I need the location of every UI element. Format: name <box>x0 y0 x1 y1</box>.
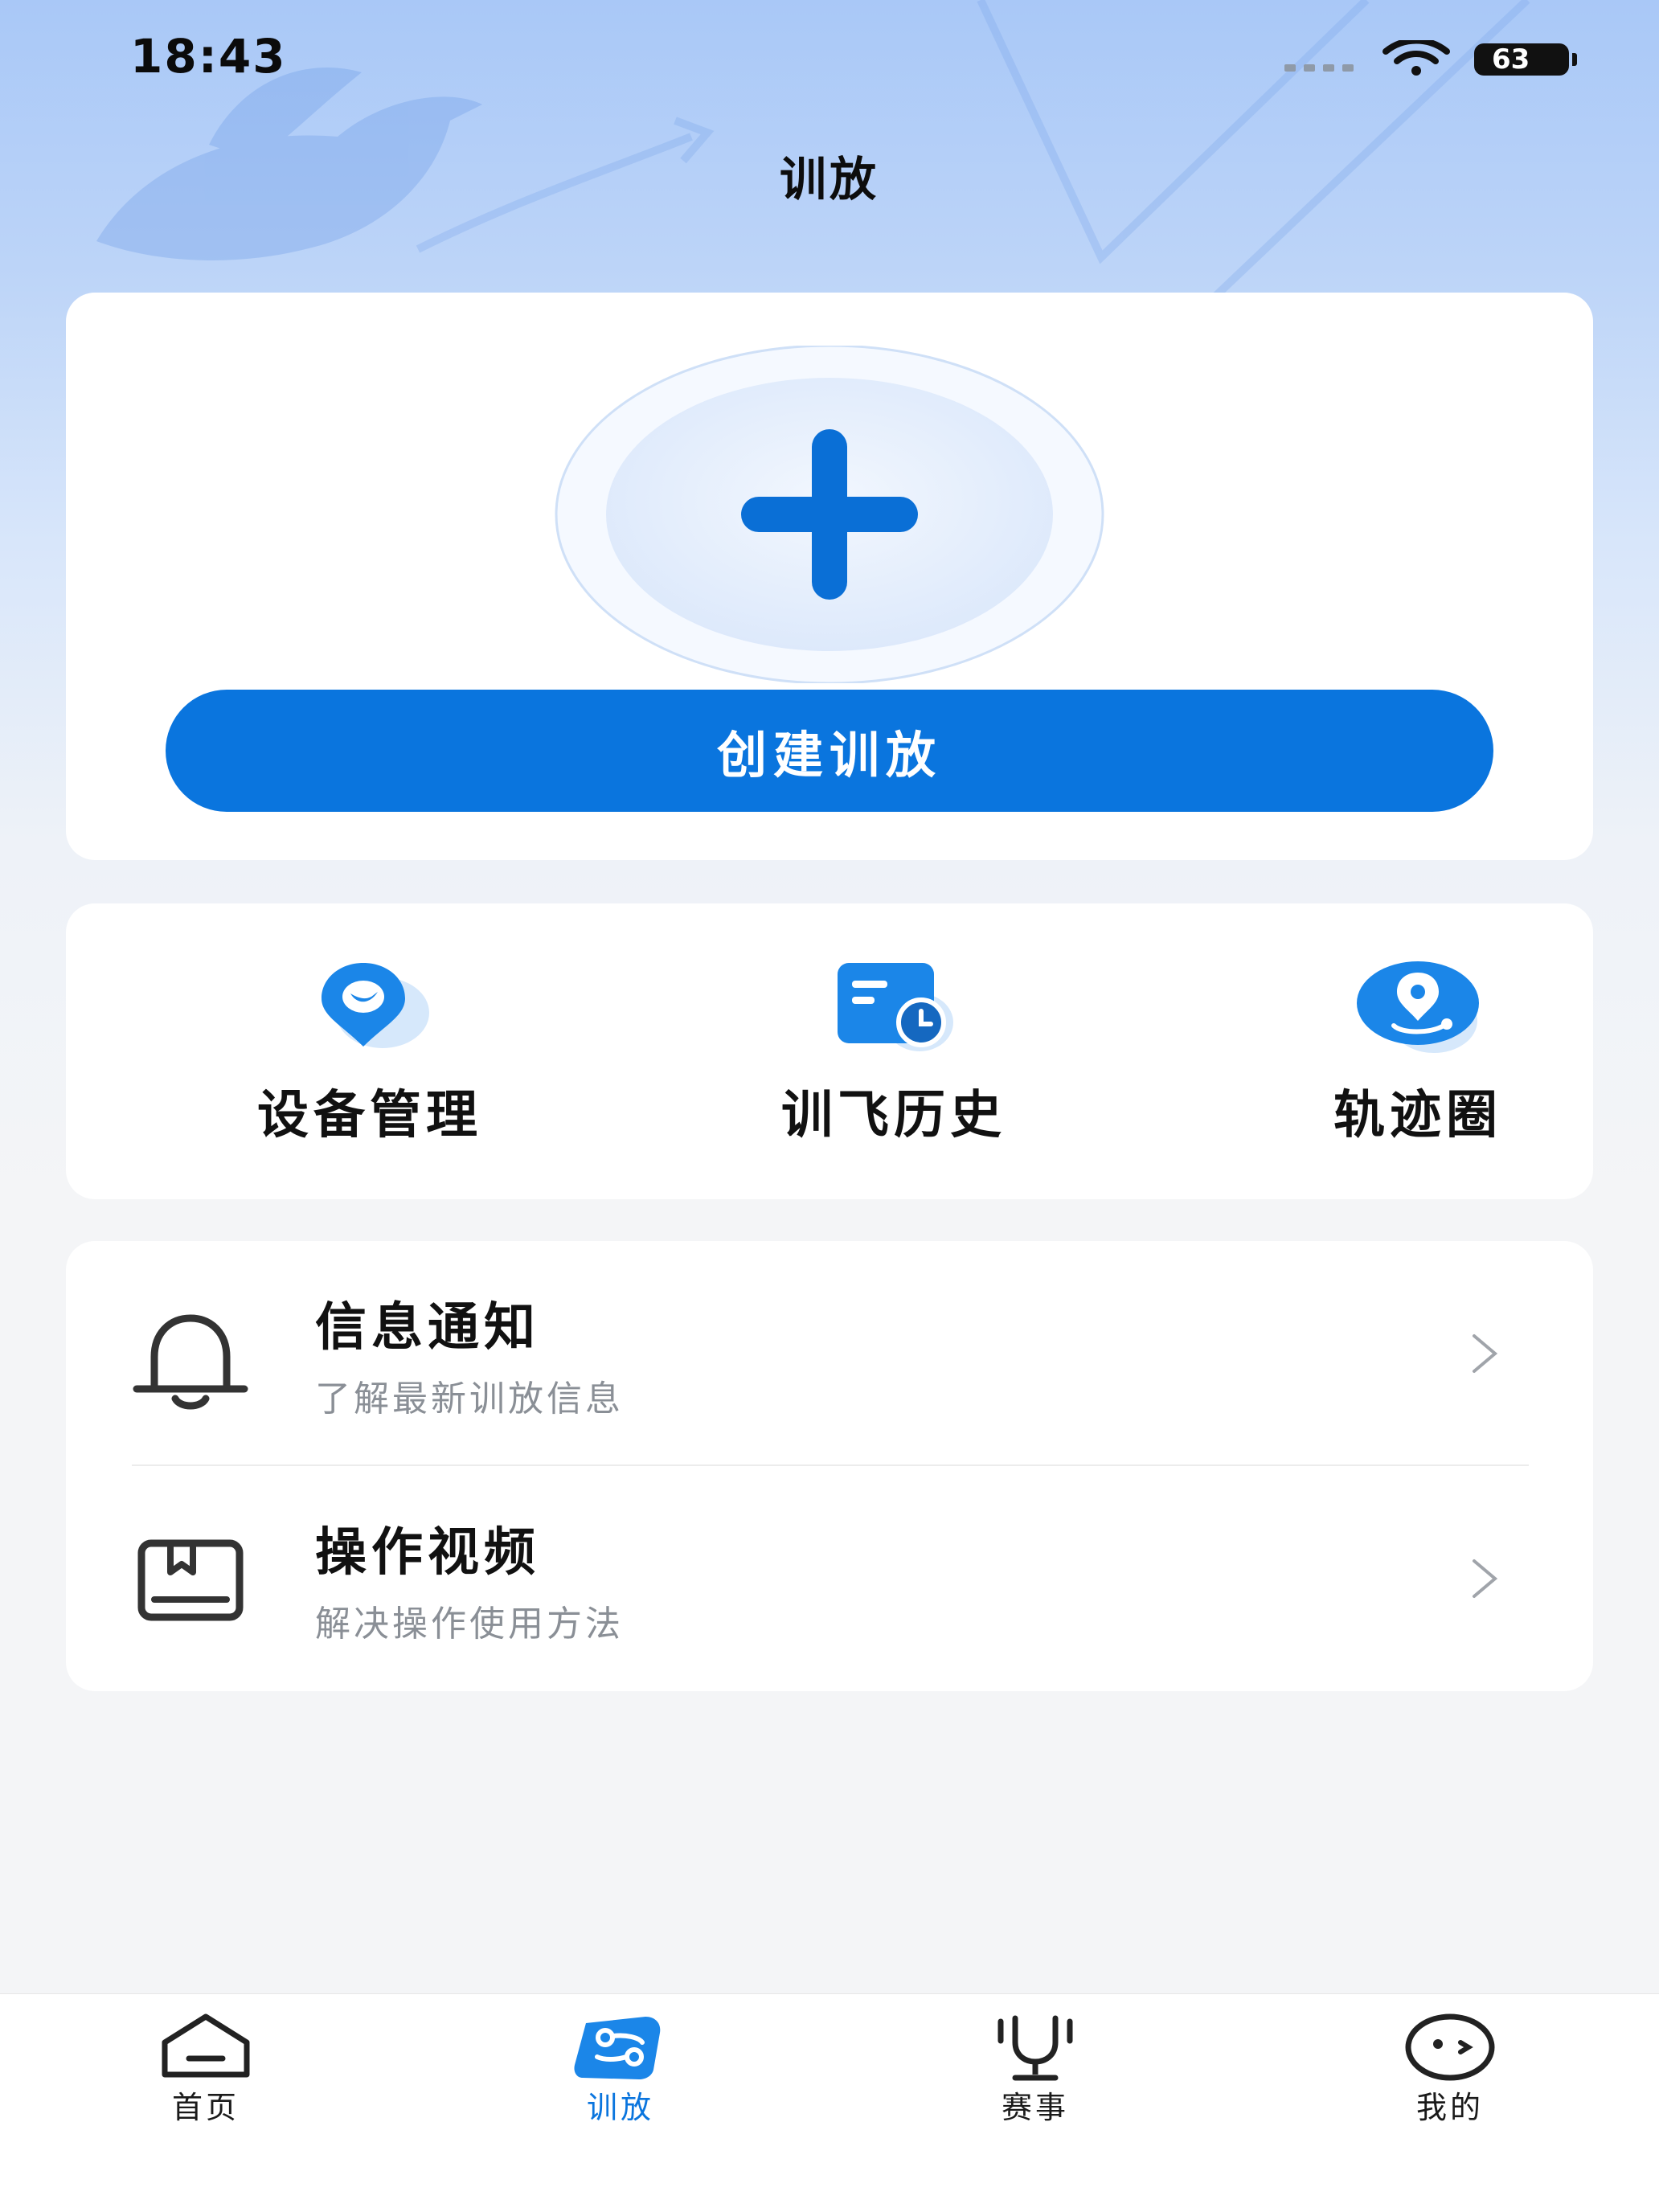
create-training-card: 创建训放 <box>66 293 1593 860</box>
list-item-title: 信息通知 <box>315 1298 540 1358</box>
bird-pin-icon <box>322 963 429 1048</box>
battery-nub <box>1572 53 1577 66</box>
list-item-operation-videos[interactable]: 操作视频 解决操作使用方法 <box>66 1466 1593 1691</box>
plus-icon[interactable] <box>555 346 1104 683</box>
tab-events[interactable]: 赛事 <box>939 2010 1132 2171</box>
shortcut-device-management[interactable]: 设备管理 <box>161 903 579 1199</box>
profile-face-icon <box>1405 2013 1495 2081</box>
shortcut-track-circle[interactable]: 轨迹圈 <box>1209 903 1627 1199</box>
list-item-subtitle: 解决操作使用方法 <box>315 1604 624 1645</box>
list-item-subtitle: 了解最新训放信息 <box>315 1378 624 1419</box>
tab-training[interactable]: 训放 <box>524 2010 717 2171</box>
tab-home[interactable]: 首页 <box>109 2010 302 2171</box>
wifi-icon <box>1382 40 1450 76</box>
shortcut-training-history[interactable]: 训飞历史 <box>685 903 1103 1199</box>
home-icon <box>162 2013 250 2078</box>
status-bar: 18:43 63 <box>0 0 1659 121</box>
bell-icon <box>133 1314 248 1410</box>
book-icon <box>137 1539 244 1621</box>
bottom-tab-bar: 首页 训放 赛事 我的 <box>0 1993 1659 2212</box>
page-title: 训放 <box>779 152 879 207</box>
battery-indicator: 63 <box>1474 43 1569 76</box>
tab-label: 我的 <box>1415 2090 1484 2125</box>
list-item-title: 操作视频 <box>315 1523 540 1583</box>
chevron-right-icon <box>1473 1559 1498 1598</box>
cellular-signal-icon <box>1284 64 1358 72</box>
tab-label: 赛事 <box>1001 2090 1069 2125</box>
tab-label: 首页 <box>171 2090 240 2125</box>
shortcut-label: 轨迹圈 <box>1333 1086 1502 1145</box>
trophy-icon <box>997 2015 1073 2081</box>
tab-label: 训放 <box>586 2090 654 2125</box>
list-item-notifications[interactable]: 信息通知 了解最新训放信息 <box>66 1241 1593 1466</box>
status-time: 18:43 <box>130 29 287 84</box>
training-icon <box>574 2017 661 2079</box>
shortcuts-card: 设备管理 训飞历史 轨迹圈 <box>66 903 1593 1199</box>
info-list-card: 信息通知 了解最新训放信息 操作视频 解决操作使用方法 <box>66 1241 1593 1691</box>
create-training-button[interactable]: 创建训放 <box>166 690 1493 812</box>
route-pin-icon <box>1357 961 1479 1053</box>
tab-profile[interactable]: 我的 <box>1354 2010 1546 2171</box>
shortcut-label: 训飞历史 <box>781 1086 1006 1145</box>
chevron-right-icon <box>1473 1334 1498 1373</box>
shortcut-label: 设备管理 <box>257 1086 482 1145</box>
history-clock-icon <box>838 963 953 1051</box>
